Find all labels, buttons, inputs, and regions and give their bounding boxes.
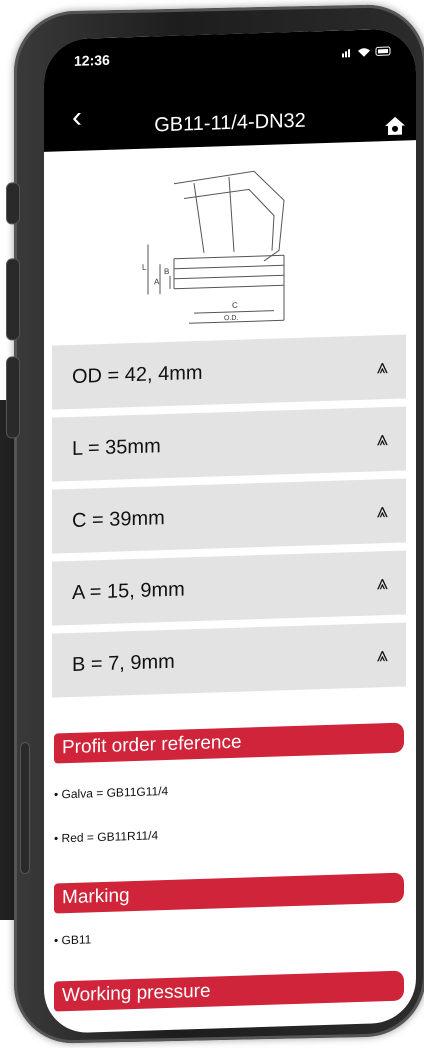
status-icons [342,45,394,62]
label-l: L [142,263,147,272]
marking-header: Marking [54,872,404,914]
signal-wifi-battery-icon [342,46,391,58]
spec-list: OD = 42, 4mm ⩓ L = 35mm ⩓ C = 39mm ⩓ A =… [52,334,406,705]
fitting-diagram: L A B C O.D. [142,170,285,324]
phone-screen: 12:36 ‹ GB11-11/4-DN32 L A B C O.D. OD =… [44,28,416,1034]
pressure-header: Working pressure [54,970,404,1012]
silent-switch [6,182,20,225]
spec-row-c[interactable]: C = 39mm ⩓ [52,478,406,554]
spec-row-od[interactable]: OD = 42, 4mm ⩓ [52,334,406,410]
side-detail [20,741,30,875]
pressure-section: Working pressure [54,970,404,1012]
label-b: B [164,267,169,276]
profit-header: Profit order reference [54,722,404,764]
status-time: 12:36 [74,51,110,69]
caliper-icon: ⩓ [376,643,388,666]
volume-up-button [6,258,20,341]
top-bar: 12:36 ‹ GB11-11/4-DN32 [44,28,416,152]
page-title: GB11-11/4-DN32 [154,109,306,137]
spec-row-b[interactable]: B = 7, 9mm ⩓ [52,622,406,698]
home-icon[interactable] [384,114,406,137]
spec-row-a[interactable]: A = 15, 9mm ⩓ [52,550,406,626]
caliper-icon: ⩓ [376,571,388,594]
caliper-icon: ⩓ [376,427,388,450]
caliper-icon: ⩓ [376,499,388,522]
list-item: • GB11 [54,932,92,948]
spec-row-l[interactable]: L = 35mm ⩓ [52,406,406,482]
list-item: • Galva = GB11G11/4 [54,783,169,802]
spec-label: B = 7, 9mm [72,650,175,676]
notch [156,31,306,73]
spec-label: A = 15, 9mm [72,577,185,604]
profit-section: Profit order reference • Galva = GB11G11… [54,722,404,846]
spec-label: OD = 42, 4mm [72,361,203,388]
label-od: O.D. [224,315,238,322]
label-c: C [232,301,238,310]
marking-section: Marking • GB11 [54,872,404,948]
spec-label: L = 35mm [72,434,161,460]
list-item: • Red = GB11R11/4 [54,828,159,846]
volume-down-button [6,356,20,439]
label-a: A [154,277,160,286]
caliper-icon: ⩓ [376,355,388,378]
spec-label: C = 39mm [72,506,165,532]
